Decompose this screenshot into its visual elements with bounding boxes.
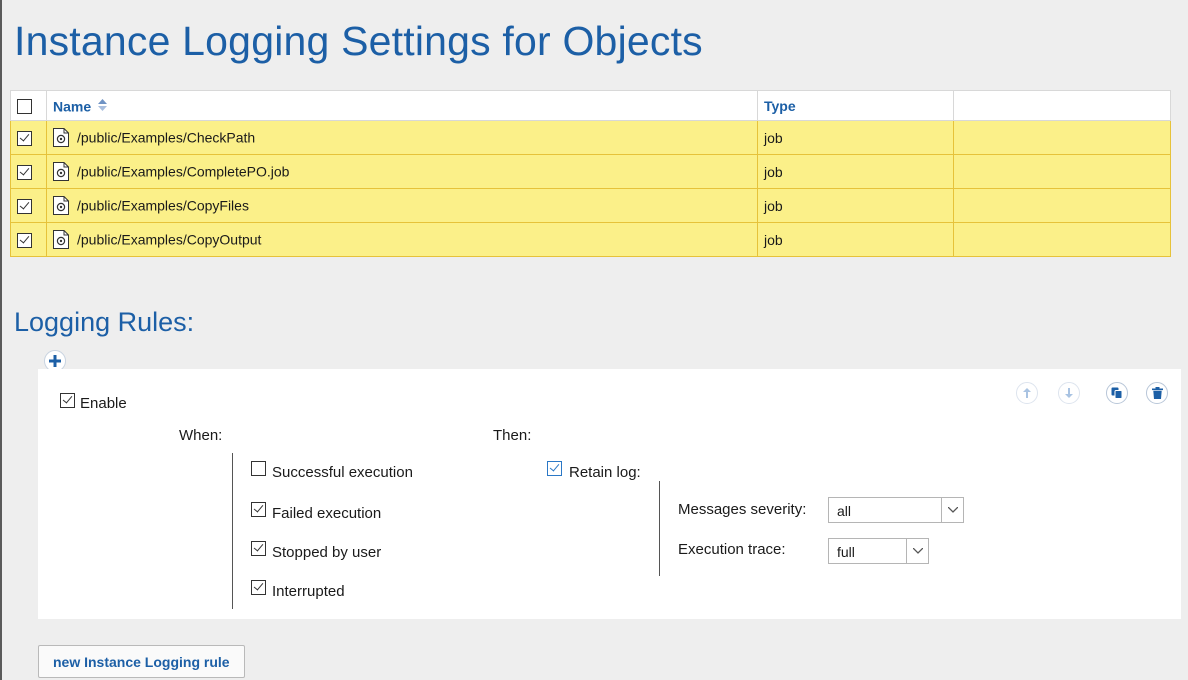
then-label: Then: [493, 427, 532, 444]
interrupted-checkbox[interactable] [251, 580, 266, 595]
objects-table: Name Type /public/Examples/CheckPath job /… [10, 90, 1171, 257]
row-checkbox[interactable] [17, 198, 32, 214]
interrupted-label: Interrupted [272, 583, 345, 600]
job-file-icon [53, 196, 69, 215]
page-title: Instance Logging Settings for Objects [14, 18, 703, 64]
chevron-down-icon [906, 539, 928, 563]
successful-execution-label: Successful execution [272, 464, 413, 481]
enable-label: Enable [80, 395, 127, 412]
execution-trace-select[interactable]: full [828, 538, 929, 564]
row-name-cell[interactable]: /public/Examples/CompletePO.job [46, 154, 758, 189]
row-empty-cell [953, 188, 1171, 223]
row-checkbox[interactable] [17, 130, 32, 146]
row-check-cell [10, 120, 47, 155]
delete-rule-button[interactable] [1146, 382, 1168, 404]
move-down-button[interactable] [1058, 382, 1080, 404]
messages-severity-value: all [837, 503, 852, 519]
job-file-icon [53, 128, 69, 147]
execution-trace-label: Execution trace: [678, 541, 786, 558]
job-file-icon [53, 230, 69, 249]
row-checkbox[interactable] [17, 164, 32, 180]
duplicate-rule-button[interactable] [1106, 382, 1128, 404]
new-instance-logging-rule-button[interactable]: new Instance Logging rule [38, 645, 245, 678]
table-row[interactable]: /public/Examples/CompletePO.job job [10, 154, 1171, 189]
row-type-cell: job [757, 188, 954, 223]
table-row[interactable]: /public/Examples/CheckPath job [10, 120, 1171, 155]
row-empty-cell [953, 120, 1171, 155]
stopped-by-user-label: Stopped by user [272, 544, 382, 561]
row-type-cell: job [757, 154, 954, 189]
sort-icon[interactable] [98, 98, 108, 114]
arrow-up-icon [1023, 388, 1031, 398]
retain-log-checkbox[interactable] [547, 461, 562, 476]
row-name-cell[interactable]: /public/Examples/CheckPath [46, 120, 758, 155]
table-row[interactable]: /public/Examples/CopyFiles job [10, 188, 1171, 223]
failed-execution-checkbox[interactable] [251, 502, 266, 517]
window-frame-edge [0, 0, 2, 680]
row-check-cell [10, 222, 47, 257]
failed-execution-label: Failed execution [272, 505, 382, 522]
row-name[interactable]: /public/Examples/CompletePO.job [77, 164, 289, 180]
row-type-cell: job [757, 120, 954, 155]
row-check-cell [10, 188, 47, 223]
execution-trace-value: full [837, 544, 855, 560]
copy-icon [1111, 387, 1123, 399]
messages-severity-select[interactable]: all [828, 497, 964, 523]
table-row[interactable]: /public/Examples/CopyOutput job [10, 222, 1171, 257]
stopped-by-user-checkbox[interactable] [251, 541, 266, 556]
row-empty-cell [953, 222, 1171, 257]
enable-checkbox[interactable] [60, 393, 75, 408]
row-empty-cell [953, 154, 1171, 189]
row-check-cell [10, 154, 47, 189]
row-name-cell[interactable]: /public/Examples/CopyOutput [46, 222, 758, 257]
row-name[interactable]: /public/Examples/CheckPath [77, 130, 255, 146]
table-header-row: Name Type [10, 90, 1171, 121]
logging-rules-title: Logging Rules: [14, 307, 195, 337]
move-up-button[interactable] [1016, 382, 1038, 404]
logging-rule-panel: Enable When: Then: Successful execution … [38, 369, 1181, 619]
successful-execution-checkbox[interactable] [251, 461, 266, 476]
retain-log-label: Retain log: [569, 464, 641, 481]
then-divider [659, 481, 660, 576]
arrow-down-icon [1065, 388, 1073, 398]
job-file-icon [53, 162, 69, 181]
column-header-name[interactable]: Name [46, 90, 758, 121]
column-header-type[interactable]: Type [757, 90, 954, 121]
when-divider [232, 453, 233, 609]
select-all-checkbox[interactable] [17, 98, 32, 114]
select-all-cell [10, 90, 47, 121]
column-header-empty [953, 90, 1171, 121]
chevron-down-icon [941, 498, 963, 522]
row-name[interactable]: /public/Examples/CopyFiles [77, 198, 249, 214]
row-checkbox[interactable] [17, 232, 32, 248]
when-label: When: [179, 427, 223, 444]
plus-icon [49, 355, 61, 367]
row-name-cell[interactable]: /public/Examples/CopyFiles [46, 188, 758, 223]
messages-severity-label: Messages severity: [678, 501, 807, 518]
row-name[interactable]: /public/Examples/CopyOutput [77, 232, 261, 248]
trash-icon [1151, 387, 1163, 399]
row-type-cell: job [757, 222, 954, 257]
